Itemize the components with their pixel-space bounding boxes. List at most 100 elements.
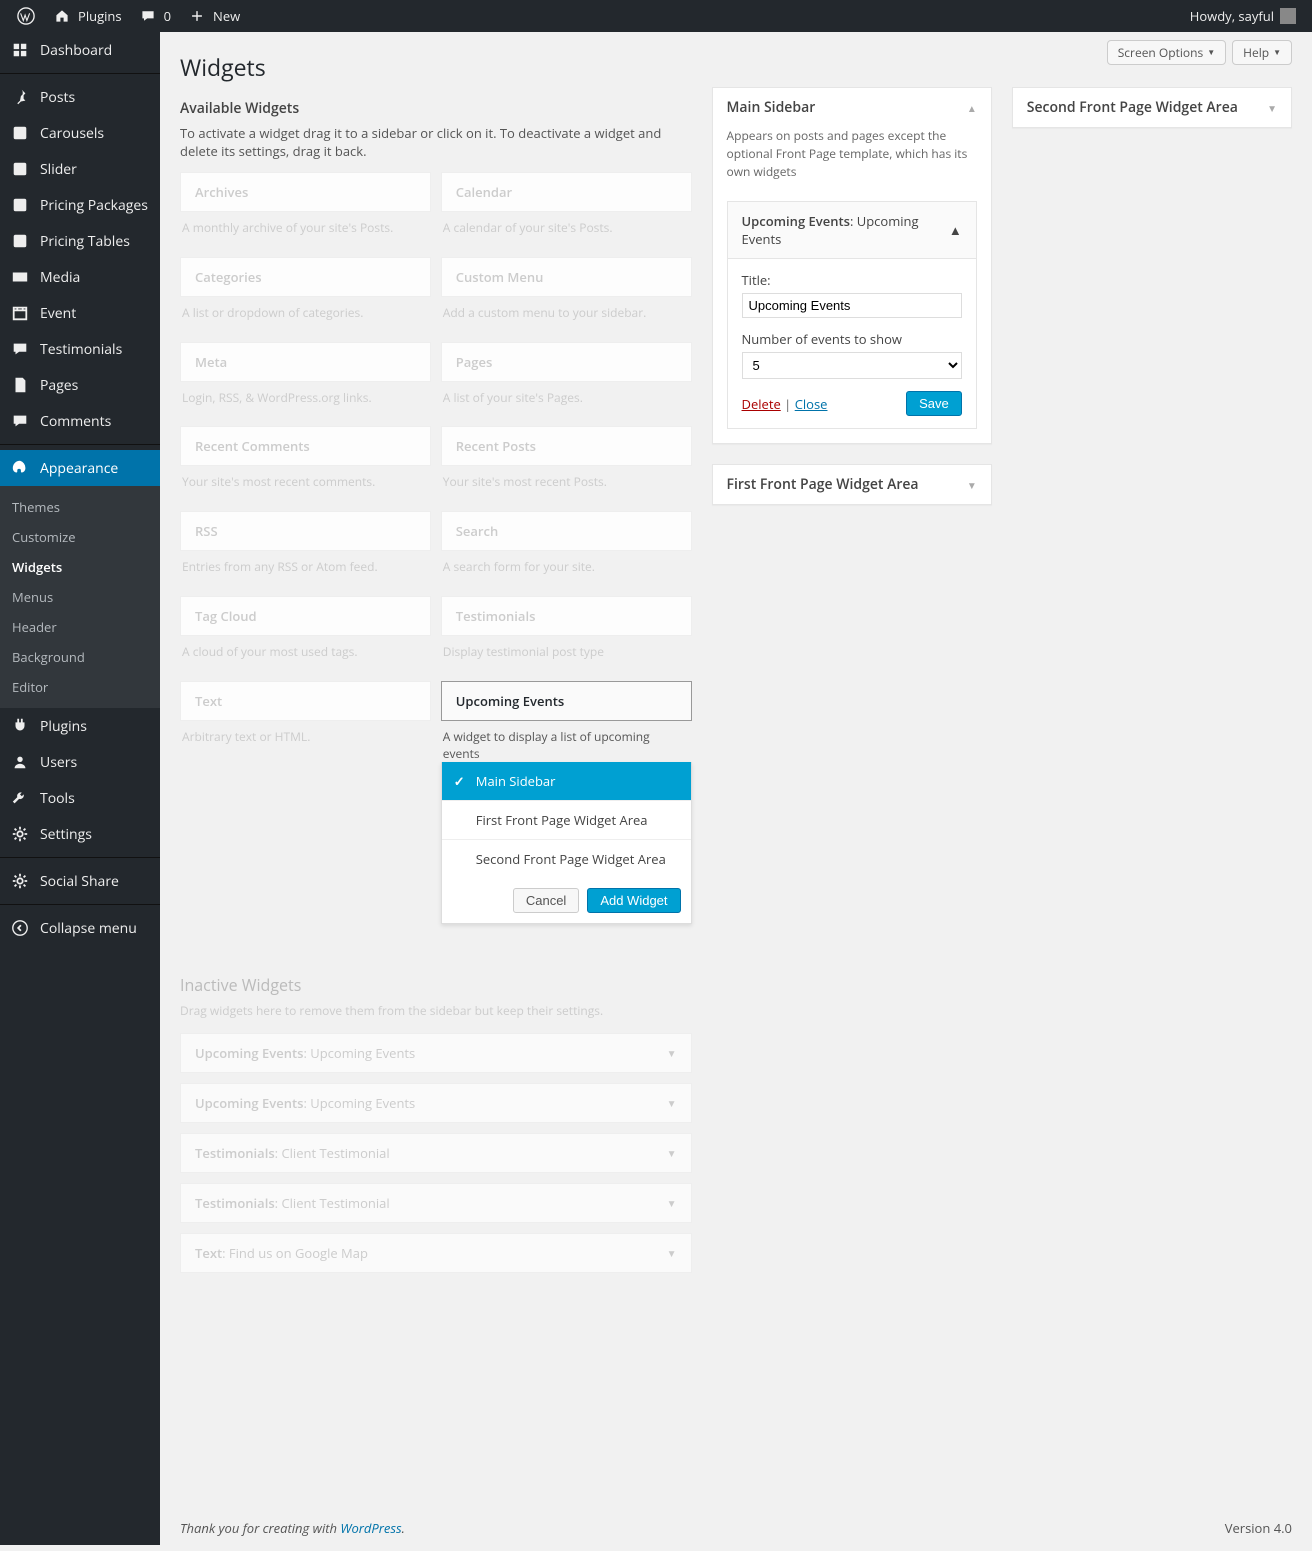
widget-header[interactable]: Upcoming Events	[441, 681, 692, 721]
appearance-icon	[10, 458, 30, 478]
new-item[interactable]: New	[179, 0, 248, 32]
menu-item-tools[interactable]: Tools	[0, 780, 160, 816]
widget-header[interactable]: Recent Posts	[441, 426, 692, 466]
submenu-item-header[interactable]: Header	[0, 612, 160, 642]
widget-header[interactable]: Recent Comments	[180, 426, 431, 466]
generic-icon	[10, 123, 30, 143]
widget-description: Display testimonial post type	[441, 636, 692, 661]
howdy-text: Howdy, sayful	[1190, 7, 1274, 25]
widget-text: TextArbitrary text or HTML.	[180, 681, 431, 925]
chevron-down-icon: ▼	[1267, 101, 1277, 115]
comments-count: 0	[164, 7, 171, 25]
menu-item-pricing-packages[interactable]: Pricing Packages	[0, 187, 160, 223]
widget-header[interactable]: Testimonials	[441, 596, 692, 636]
widget-header[interactable]: Pages	[441, 342, 692, 382]
widget-header[interactable]: Meta	[180, 342, 431, 382]
menu-item-collapse-menu[interactable]: Collapse menu	[0, 910, 160, 946]
inactive-widget[interactable]: Upcoming Events: Upcoming Events▼	[180, 1083, 692, 1123]
submenu-item-menus[interactable]: Menus	[0, 582, 160, 612]
generic-icon	[10, 231, 30, 251]
widget-header[interactable]: Custom Menu	[441, 257, 692, 297]
close-link[interactable]: Close	[795, 395, 828, 413]
inactive-widget[interactable]: Upcoming Events: Upcoming Events▼	[180, 1033, 692, 1073]
plugin-icon	[10, 716, 30, 736]
menu-item-settings[interactable]: Settings	[0, 816, 160, 852]
menu-item-plugins[interactable]: Plugins	[0, 708, 160, 744]
menu-item-appearance[interactable]: Appearance	[0, 450, 160, 486]
widget-header[interactable]: Categories	[180, 257, 431, 297]
widget-description: Add a custom menu to your sidebar.	[441, 297, 692, 322]
wordpress-link[interactable]: WordPress	[340, 1519, 401, 1537]
chooser-option[interactable]: First Front Page Widget Area	[442, 801, 691, 840]
chevron-up-icon: ▲	[949, 221, 962, 239]
inactive-widget[interactable]: Testimonials: Client Testimonial▼	[180, 1133, 692, 1173]
sidebar-first-front-header[interactable]: First Front Page Widget Area ▼	[713, 465, 991, 504]
widget-header[interactable]: Tag Cloud	[180, 596, 431, 636]
widget-description: A list of your site's Pages.	[441, 382, 692, 407]
add-widget-button[interactable]: Add Widget	[587, 888, 680, 913]
chevron-down-icon: ▼	[667, 1246, 677, 1260]
footer: Thank you for creating with WordPress. V…	[160, 1505, 1312, 1551]
menu-item-comments[interactable]: Comments	[0, 403, 160, 439]
chevron-up-icon: ▲	[967, 101, 977, 115]
cancel-button[interactable]: Cancel	[513, 888, 579, 913]
settings-icon	[10, 824, 30, 844]
user-menu[interactable]: Howdy, sayful	[1182, 0, 1304, 32]
widget-rss: RSSEntries from any RSS or Atom feed.	[180, 511, 431, 576]
widget-upcoming-events: Upcoming EventsA widget to display a lis…	[441, 681, 692, 925]
widget-description: Your site's most recent comments.	[180, 466, 431, 491]
help-button[interactable]: Help ▼	[1232, 40, 1292, 65]
generic-icon	[10, 159, 30, 179]
menu-item-users[interactable]: Users	[0, 744, 160, 780]
menu-item-testimonials[interactable]: Testimonials	[0, 331, 160, 367]
title-label: Title:	[742, 271, 962, 289]
widget-description: Your site's most recent Posts.	[441, 466, 692, 491]
delete-link[interactable]: Delete	[742, 395, 781, 413]
widget-header[interactable]: RSS	[180, 511, 431, 551]
wp-logo-icon[interactable]	[8, 0, 44, 32]
sidebar-second-title: Second Front Page Widget Area	[1027, 98, 1238, 117]
sidebar-main-header[interactable]: Main Sidebar ▲	[713, 88, 991, 127]
inactive-widget[interactable]: Testimonials: Client Testimonial▼	[180, 1183, 692, 1223]
menu-item-posts[interactable]: Posts	[0, 79, 160, 115]
menu-item-media[interactable]: Media	[0, 259, 160, 295]
comments-bubble[interactable]: 0	[130, 0, 179, 32]
num-events-select[interactable]: 5	[742, 352, 962, 379]
inactive-widgets-desc: Drag widgets here to remove them from th…	[180, 1002, 692, 1019]
title-input[interactable]	[742, 293, 962, 318]
menu-item-pages[interactable]: Pages	[0, 367, 160, 403]
chevron-down-icon: ▼	[667, 1096, 677, 1110]
menu-item-event[interactable]: Event	[0, 295, 160, 331]
sidebar-second-front-header[interactable]: Second Front Page Widget Area ▼	[1013, 88, 1291, 127]
widget-header[interactable]: Search	[441, 511, 692, 551]
menu-item-dashboard[interactable]: Dashboard	[0, 32, 160, 68]
submenu-item-widgets[interactable]: Widgets	[0, 552, 160, 582]
widget-header[interactable]: Text	[180, 681, 431, 721]
chooser-option[interactable]: Main Sidebar	[442, 762, 691, 801]
widget-instance-header[interactable]: Upcoming Events: Upcoming Events ▲	[728, 202, 976, 258]
widget-header[interactable]: Calendar	[441, 172, 692, 212]
widget-tag-cloud: Tag CloudA cloud of your most used tags.	[180, 596, 431, 661]
menu-item-carousels[interactable]: Carousels	[0, 115, 160, 151]
widget-chooser: Main SidebarFirst Front Page Widget Area…	[441, 762, 692, 924]
chevron-down-icon: ▼	[667, 1046, 677, 1060]
version-text: Version 4.0	[1225, 1519, 1292, 1537]
menu-item-social-share[interactable]: Social Share	[0, 863, 160, 899]
submenu-item-customize[interactable]: Customize	[0, 522, 160, 552]
screen-options-button[interactable]: Screen Options ▼	[1107, 40, 1226, 65]
inactive-widget[interactable]: Text: Find us on Google Map▼	[180, 1233, 692, 1273]
submenu-item-background[interactable]: Background	[0, 642, 160, 672]
sidebar-second-front: Second Front Page Widget Area ▼	[1012, 87, 1292, 128]
site-home[interactable]: Plugins	[44, 0, 130, 32]
submenu-item-editor[interactable]: Editor	[0, 672, 160, 702]
chooser-option[interactable]: Second Front Page Widget Area	[442, 840, 691, 878]
save-button[interactable]: Save	[906, 391, 962, 416]
menu-item-pricing-tables[interactable]: Pricing Tables	[0, 223, 160, 259]
menu-item-slider[interactable]: Slider	[0, 151, 160, 187]
sidebar-main: Main Sidebar ▲ Appears on posts and page…	[712, 87, 992, 444]
widget-header[interactable]: Archives	[180, 172, 431, 212]
widget-description: Login, RSS, & WordPress.org links.	[180, 382, 431, 407]
available-widgets-heading: Available Widgets	[180, 99, 692, 118]
submenu-item-themes[interactable]: Themes	[0, 492, 160, 522]
widget-description: A search form for your site.	[441, 551, 692, 576]
